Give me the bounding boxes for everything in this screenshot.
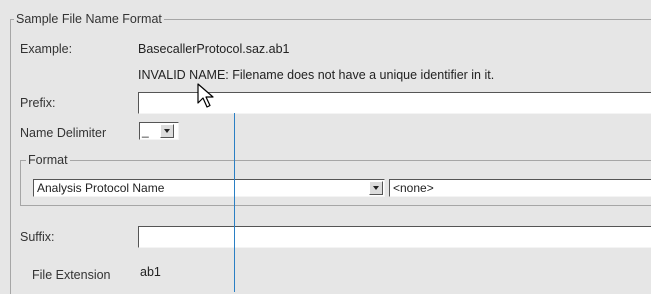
format-field-1-select[interactable]: Analysis Protocol Name — [33, 179, 385, 197]
triangle-down-icon — [373, 186, 379, 190]
mouse-pointer-icon — [197, 83, 214, 108]
sample-file-name-format-group — [10, 19, 651, 294]
validation-message: INVALID NAME: Filename does not have a u… — [138, 68, 495, 82]
format-field-1-dropdown-button[interactable] — [369, 181, 383, 195]
example-value: BasecallerProtocol.saz.ab1 — [138, 42, 290, 56]
format-title: Format — [26, 153, 70, 167]
format-field-2-select[interactable]: <none> — [389, 179, 651, 197]
name-delimiter-label: Name Delimiter — [20, 126, 107, 140]
group-title: Sample File Name Format — [14, 12, 164, 26]
format-field-1-value: Analysis Protocol Name — [37, 181, 165, 195]
file-extension-value: ab1 — [140, 265, 161, 279]
triangle-down-icon — [164, 129, 170, 133]
suffix-input[interactable] — [138, 226, 651, 248]
example-label: Example: — [20, 42, 73, 56]
name-delimiter-dropdown-button[interactable] — [160, 124, 174, 138]
guide-line — [234, 113, 235, 292]
suffix-label: Suffix: — [20, 230, 55, 244]
format-field-2-value: <none> — [393, 181, 434, 195]
prefix-label: Prefix: — [20, 96, 56, 110]
file-extension-label: File Extension — [32, 268, 111, 282]
name-delimiter-value: _ — [142, 124, 149, 138]
